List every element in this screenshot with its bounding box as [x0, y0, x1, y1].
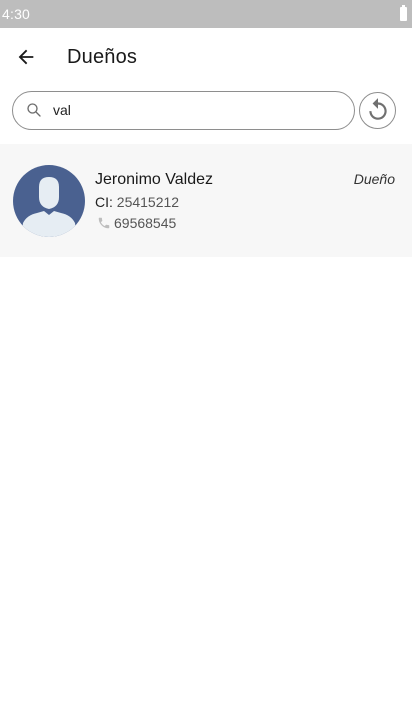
owners-list: Jeronimo Valdez CI: 25415212 69568545 Du… [0, 144, 412, 257]
battery-icon [400, 5, 407, 21]
ci-label: CI: [95, 194, 113, 210]
refresh-button[interactable] [359, 91, 396, 129]
arrow-left-icon [18, 49, 34, 65]
owner-list-item[interactable]: Jeronimo Valdez CI: 25415212 69568545 Du… [0, 144, 412, 257]
search-box[interactable] [12, 90, 355, 130]
owner-phone: 69568545 [97, 215, 176, 231]
page-title: Dueños [67, 45, 138, 68]
refresh-icon [368, 98, 387, 120]
phone-number: 69568545 [114, 215, 177, 231]
status-time: 4:30 [2, 6, 31, 22]
back-button[interactable] [4, 35, 48, 79]
phone-icon [98, 217, 110, 229]
search-row [12, 90, 398, 130]
app-bar: Dueños [0, 28, 412, 86]
ci-value: 25415212 [116, 194, 180, 210]
owner-name: Jeronimo Valdez [95, 171, 213, 188]
owner-role: Dueño [353, 171, 395, 187]
avatar-placeholder-icon [13, 165, 85, 237]
search-input[interactable] [53, 102, 323, 118]
status-bar: 4:30 [0, 0, 412, 28]
search-icon [27, 103, 41, 117]
owner-ci: CI: 25415212 [95, 194, 179, 210]
avatar [13, 165, 85, 237]
